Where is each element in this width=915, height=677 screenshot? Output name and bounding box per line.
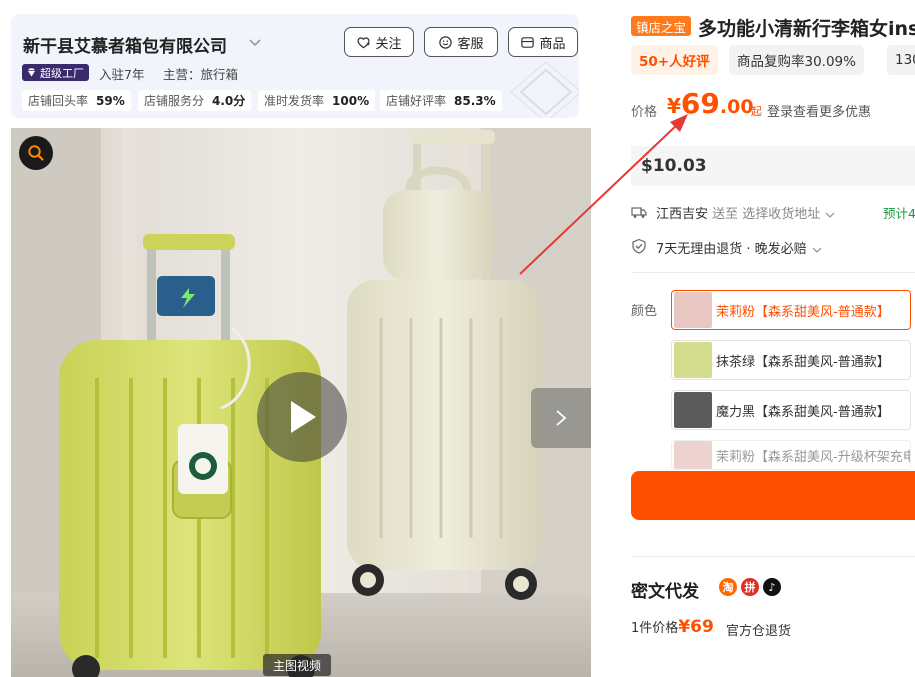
color-option[interactable]: 茉莉粉【森系甜美风-升级杯架充电款】 [671, 440, 911, 470]
super-factory-badge: 超级工厂 [22, 64, 89, 81]
zoom-button[interactable] [19, 136, 53, 170]
repurchase-rate-pill: 商品复购率30.09% [729, 45, 864, 75]
shop-name[interactable]: 新干县艾慕者箱包有限公司 [23, 32, 227, 57]
pinduoduo-icon: 拼 [741, 578, 759, 596]
reviews-pill[interactable]: 50+人好评 [631, 45, 718, 75]
shop-goods-label: 商品 [539, 36, 566, 52]
divider [631, 556, 915, 557]
magnifier-icon [28, 145, 44, 161]
color-thumbnail [674, 441, 712, 469]
ship-from: 江西吉安 [656, 207, 709, 222]
taobao-icon: 淘 [719, 578, 737, 596]
stat-ontime-rate: 准时发货率 100% [258, 90, 376, 111]
shop-decoration-graphic [509, 62, 579, 118]
follow-button[interactable]: 关注 [344, 27, 414, 57]
buy-button[interactable] [631, 471, 915, 520]
stat-label: 店铺回头率 [28, 94, 89, 108]
shipping-row[interactable]: 江西吉安 送至 选择收货地址 [656, 203, 836, 222]
store-treasure-tag: 镇店之宝 [631, 16, 692, 36]
dropship-price-prefix: 1件价格 [631, 621, 679, 636]
price-integer: 69 [680, 87, 720, 120]
play-icon [291, 401, 316, 433]
dropship-title: 密文代发 [631, 582, 699, 602]
stat-value: 59% [96, 93, 125, 108]
color-option-label: 抹茶绿【森系甜美风-普通款】 [716, 354, 890, 370]
color-option-label: 茉莉粉【森系甜美风-普通款】 [716, 304, 890, 320]
chevron-down-icon[interactable] [247, 34, 263, 50]
stat-label: 店铺服务分 [144, 94, 205, 108]
divider [631, 272, 915, 273]
truck-icon [631, 207, 647, 218]
color-thumbnail [674, 342, 712, 378]
guarantee-extra: · 晚发必赔 [746, 242, 807, 257]
color-option-label: 魔力黑【森系甜美风-普通款】 [716, 404, 890, 420]
stat-service-score: 店铺服务分 4.0分 [138, 90, 252, 111]
main-product-image[interactable]: 主图视频 [11, 128, 591, 677]
color-option[interactable]: 抹茶绿【森系甜美风-普通款】 [671, 340, 911, 380]
play-video-button[interactable] [257, 372, 347, 462]
product-detail-page: 新干县艾慕者箱包有限公司 关注 客服 商品 超级工厂 入驻7年 主营：旅行箱 店… [0, 0, 915, 677]
chevron-down-icon [825, 212, 835, 218]
login-for-discounts-link[interactable]: 登录查看更多优惠 [767, 101, 871, 120]
color-thumbnail [674, 292, 712, 328]
customer-service-button[interactable]: 客服 [424, 27, 498, 57]
sales-pill: 130 [887, 45, 915, 75]
color-option[interactable]: 茉莉粉【森系甜美风-普通款】 [671, 290, 911, 330]
ship-to-select[interactable]: 送至 选择收货地址 [712, 207, 820, 222]
guarantee-row[interactable]: 7天无理由退货 · 晚发必赔 [656, 238, 823, 257]
delivery-estimate: 预计48 [883, 206, 915, 221]
stat-label: 准时发货率 [264, 94, 325, 108]
customer-service-label: 客服 [457, 36, 484, 52]
stat-value: 85.3% [454, 93, 496, 108]
heart-plus-icon [357, 36, 371, 48]
color-label: 颜色 [631, 304, 658, 319]
chevron-right-icon [556, 410, 567, 426]
stat-value: 100% [332, 93, 370, 108]
official-return-text: 官方仓退货 [726, 624, 792, 639]
main-video-tab[interactable]: 主图视频 [263, 654, 332, 676]
color-option[interactable]: 魔力黑【森系甜美风-普通款】 [671, 390, 911, 430]
diamond-icon [27, 68, 36, 77]
stat-positive-rate: 店铺好评率 85.3% [380, 90, 502, 111]
price-decimal: .00 [719, 96, 754, 118]
color-thumbnail [674, 392, 712, 428]
price-label: 价格 [631, 105, 658, 120]
shop-years: 入驻7年 [99, 67, 145, 82]
stat-label: 店铺好评率 [386, 94, 447, 108]
product-title: 多功能小清新行李箱女ins [698, 18, 915, 40]
stat-repeat-rate: 店铺回头率 59% [22, 90, 131, 111]
shop-header-card: 新干县艾慕者箱包有限公司 关注 客服 商品 超级工厂 入驻7年 主营：旅行箱 店… [11, 14, 579, 118]
dropship-price: 1件价格¥69 [631, 617, 714, 637]
douyin-icon: ♪ [763, 578, 781, 596]
product-price: ¥69.00 [667, 87, 754, 120]
usd-price-box: $10.03 [631, 146, 915, 186]
shop-main-category: 主营：旅行箱 [163, 67, 239, 82]
chevron-down-icon [812, 247, 822, 253]
next-image-button[interactable] [531, 388, 591, 448]
usd-price: $10.03 [641, 156, 707, 176]
price-currency: ¥ [667, 94, 681, 118]
shield-check-icon [632, 238, 646, 254]
store-icon [521, 36, 535, 48]
guarantee-text: 7天无理由退货 [656, 242, 743, 257]
stat-value: 4.0分 [212, 94, 246, 108]
color-option-label: 茉莉粉【森系甜美风-升级杯架充电款】 [716, 449, 910, 465]
smile-chat-icon [439, 35, 453, 49]
dropship-price-value: ¥69 [678, 617, 714, 637]
shop-goods-button[interactable]: 商品 [508, 27, 578, 57]
super-factory-label: 超级工厂 [40, 66, 84, 80]
follow-label: 关注 [375, 36, 402, 52]
price-from-suffix: 起 [751, 105, 762, 118]
